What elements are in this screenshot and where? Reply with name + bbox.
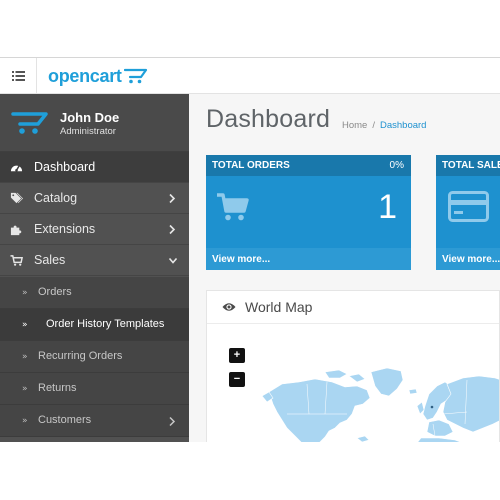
view-more-link[interactable]: View more... xyxy=(436,248,500,270)
sidebar-subitem-customers[interactable]: » Customers xyxy=(0,405,189,437)
tile-heading: TOTAL ORDERS 0% xyxy=(206,155,411,176)
sidebar-subitem-label: Orders xyxy=(38,286,72,298)
sidebar-subitem-label: Customers xyxy=(38,414,92,426)
map-panel-heading: World Map xyxy=(207,291,499,324)
user-profile[interactable]: John Doe Administrator xyxy=(0,94,189,152)
view-more-link[interactable]: View more... xyxy=(206,248,411,270)
sidebar-item-dashboard[interactable]: Dashboard xyxy=(0,152,189,183)
menu-toggle-button[interactable] xyxy=(0,58,37,94)
eye-icon xyxy=(222,303,236,311)
double-chevron-icon: » xyxy=(22,288,28,298)
opencart-logo[interactable]: opencart xyxy=(48,64,148,88)
main-content: Dashboard Home / Dashboard TOTAL ORDERS … xyxy=(189,94,500,442)
world-map[interactable] xyxy=(207,324,500,442)
sidebar-subitem-orders[interactable]: » Orders xyxy=(0,277,189,309)
double-chevron-icon: » xyxy=(22,352,28,362)
opencart-logo-icon xyxy=(11,112,48,134)
top-header: opencart xyxy=(0,57,500,94)
chevron-right-icon xyxy=(169,416,176,427)
chevron-right-icon xyxy=(169,193,176,204)
page-bottom-blank xyxy=(0,442,500,500)
chevron-down-icon xyxy=(168,257,177,264)
map-title: World Map xyxy=(245,299,313,315)
sidebar-subitem-returns[interactable]: » Returns xyxy=(0,373,189,405)
user-name: John Doe xyxy=(60,110,120,125)
app-window: opencart John Doe Administrator Dashboar… xyxy=(0,0,500,500)
sidebar-item-extensions[interactable]: Extensions xyxy=(0,214,189,245)
breadcrumb: Home / Dashboard xyxy=(342,120,426,131)
sidebar-subitem-label: Returns xyxy=(38,382,77,394)
double-chevron-icon: » xyxy=(22,416,28,426)
breadcrumb-current-link[interactable]: Dashboard xyxy=(380,120,426,131)
sidebar-subitem-label: Recurring Orders xyxy=(38,350,123,362)
list-menu-icon xyxy=(11,71,25,81)
tile-value: 1 xyxy=(378,188,397,226)
credit-card-icon xyxy=(448,191,489,222)
breadcrumb-home-link[interactable]: Home xyxy=(342,120,367,131)
sidebar-item-label: Catalog xyxy=(34,191,78,205)
double-chevron-icon: » xyxy=(22,384,28,394)
breadcrumb-separator: / xyxy=(372,120,375,131)
puzzle-icon xyxy=(10,225,22,236)
sidebar-subitem-recurring-orders[interactable]: » Recurring Orders xyxy=(0,341,189,373)
world-map-panel: World Map + − xyxy=(206,290,500,442)
double-chevron-icon: » xyxy=(22,320,28,330)
dashboard-icon xyxy=(10,165,23,172)
tile-heading-label: TOTAL SALES xyxy=(442,160,500,171)
page-title: Dashboard xyxy=(206,105,331,133)
tile-heading-label: TOTAL ORDERS xyxy=(212,160,290,171)
sidebar-subitem-order-history-templates[interactable]: » Order History Templates xyxy=(0,309,189,341)
shopping-cart-icon xyxy=(10,255,23,266)
sidebar: John Doe Administrator Dashboard Catalog xyxy=(0,94,189,442)
shopping-cart-icon xyxy=(217,193,249,221)
sidebar-item-label: Dashboard xyxy=(34,160,96,174)
user-role: Administrator xyxy=(60,126,116,137)
tile-percent: 0% xyxy=(389,160,404,171)
sidebar-item-catalog[interactable]: Catalog xyxy=(0,183,189,214)
sidebar-subitem-label: Order History Templates xyxy=(46,318,165,330)
cart-icon xyxy=(123,68,147,84)
total-sales-tile: TOTAL SALES View more... xyxy=(436,155,500,270)
chevron-right-icon xyxy=(169,224,176,235)
tile-heading: TOTAL SALES xyxy=(436,155,500,176)
logo-text: opencart xyxy=(48,65,122,86)
sidebar-item-label: Sales xyxy=(34,253,66,267)
sidebar-item-label: Extensions xyxy=(34,222,96,236)
tags-icon xyxy=(10,192,23,204)
sidebar-item-sales[interactable]: Sales xyxy=(0,245,189,276)
total-orders-tile: TOTAL ORDERS 0% 1 View more... xyxy=(206,155,411,270)
